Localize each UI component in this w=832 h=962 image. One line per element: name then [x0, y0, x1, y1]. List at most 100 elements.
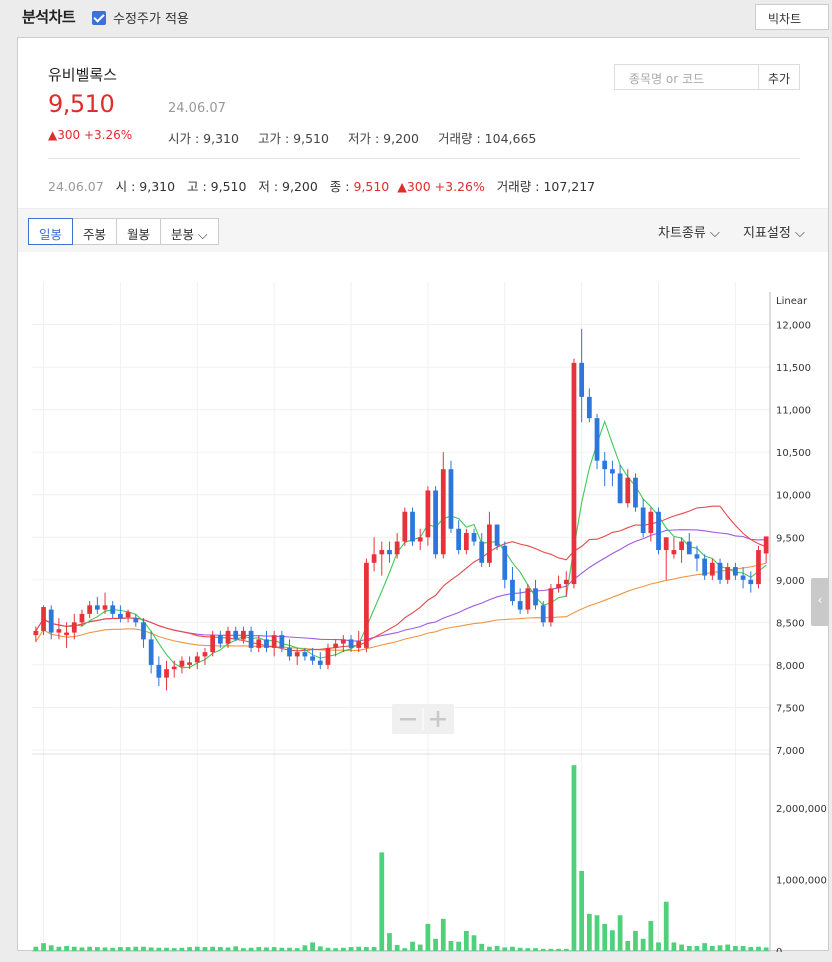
- volume-bar: [525, 948, 531, 951]
- candle-up: [87, 605, 93, 614]
- candle-down: [733, 567, 738, 576]
- candle-up: [333, 643, 339, 648]
- candle-down: [456, 528, 462, 551]
- candle-up: [487, 524, 492, 563]
- candle-down: [410, 511, 415, 542]
- low-price: 저가 : 9,200: [348, 131, 419, 146]
- candle-up: [379, 550, 385, 555]
- candle-up: [709, 562, 715, 576]
- candle-up: [294, 652, 300, 657]
- adjusted-price-toggle[interactable]: 수정주가 적용: [92, 8, 189, 27]
- candle-up: [394, 541, 400, 555]
- tab-monthly[interactable]: 월봉: [116, 218, 162, 245]
- price-chart[interactable]: 7,000 7,500 8,000 8,500 9,000 9,500 10,000 10,5…: [18, 252, 828, 952]
- volume-bar: [548, 948, 554, 951]
- period-tabs: 일봉 주봉 월봉 분봉 ⌵: [28, 218, 219, 245]
- volume-bar: [617, 915, 623, 951]
- detail-volume-label: 거래량 :: [496, 179, 544, 194]
- candle-up: [187, 662, 192, 665]
- indicator-settings-menu[interactable]: 지표설정 ⌵: [743, 222, 805, 241]
- volume-bar: [102, 947, 108, 951]
- candle-down: [118, 613, 123, 619]
- detail-low-label: 저 :: [258, 179, 283, 194]
- chevron-left-icon: ‹: [817, 593, 823, 607]
- candle-down: [433, 490, 438, 555]
- candle-down: [510, 579, 515, 602]
- candle-down: [748, 579, 754, 585]
- chart-toolbar: 일봉 주봉 월봉 분봉 ⌵ 차트종류 ⌵ 지표설정 ⌵: [18, 208, 828, 252]
- candle-down: [317, 660, 323, 665]
- candle-up: [164, 669, 169, 678]
- candle-up: [210, 635, 216, 653]
- volume-bar: [94, 947, 100, 951]
- tab-daily[interactable]: 일봉: [28, 218, 74, 245]
- volume-bar: [502, 947, 508, 951]
- detail-high: 9,510: [210, 179, 247, 194]
- volume-bar: [448, 940, 454, 951]
- volume-bar: [210, 946, 216, 951]
- volume-bar: [533, 948, 538, 951]
- open-price: 시가 : 9,310: [168, 131, 239, 146]
- change-percent: +3.26%: [83, 128, 133, 142]
- candle-up: [425, 490, 431, 538]
- high-price: 고가 : 9,510: [258, 131, 329, 146]
- volume-bar: [663, 901, 669, 951]
- volume-total: 거래량 : 104,665: [438, 131, 537, 146]
- candle-up: [33, 630, 39, 636]
- tab-minute[interactable]: 분봉 ⌵: [160, 218, 219, 245]
- candle-up: [525, 588, 531, 610]
- add-stock-button[interactable]: 추가: [759, 64, 800, 90]
- volume-bar: [571, 765, 577, 951]
- candle-up: [271, 635, 277, 648]
- volume-bar: [686, 945, 692, 951]
- candle-up: [571, 362, 577, 585]
- candle-down: [494, 524, 500, 546]
- volume-bar: [187, 947, 192, 951]
- volume-bar: [348, 947, 354, 951]
- detail-up-triangle-icon: ▲: [397, 179, 407, 194]
- volume-bar: [694, 945, 700, 951]
- candle-down: [579, 362, 585, 397]
- candle-down: [533, 588, 538, 606]
- candle-up: [102, 605, 108, 610]
- volume-bar: [510, 946, 515, 951]
- price-change: ▲300 +3.26%: [48, 128, 132, 142]
- candle-up: [64, 632, 69, 636]
- volume-bar: [279, 947, 285, 951]
- big-chart-button[interactable]: 빅차트: [755, 4, 829, 30]
- side-panel-toggle[interactable]: ‹: [811, 578, 829, 626]
- candle-down: [633, 477, 638, 508]
- tab-weekly[interactable]: 주봉: [72, 218, 118, 245]
- candle-down: [448, 469, 454, 529]
- chart-type-menu[interactable]: 차트종류 ⌵: [658, 222, 720, 241]
- zoom-out-icon[interactable]: [400, 718, 416, 721]
- candle-up: [125, 612, 131, 618]
- volume-bar: [679, 944, 684, 951]
- candle-up: [440, 469, 446, 555]
- volume-bar: [456, 941, 462, 951]
- stock-name: 유비벨록스: [48, 66, 118, 84]
- checkbox-checked-icon[interactable]: [92, 10, 106, 25]
- candle-up: [648, 511, 654, 534]
- volume-bar: [202, 947, 208, 951]
- candle-up: [763, 536, 769, 554]
- volume-bar: [340, 947, 346, 951]
- volume-bar: [125, 947, 131, 951]
- candle-down: [264, 639, 269, 648]
- volume-bar: [471, 935, 477, 951]
- candle-down: [302, 652, 308, 657]
- candle-down: [586, 396, 592, 419]
- price-tick-label: 9,500: [776, 533, 805, 544]
- candle-up: [256, 639, 262, 648]
- chart-panel: 유비벨록스 9,510 24.06.07 ▲300 +3.26% 시가 : 9,…: [17, 37, 829, 952]
- candle-up: [563, 579, 569, 585]
- volume-bar: [648, 920, 654, 951]
- candle-up: [371, 554, 377, 563]
- volume-bar: [310, 942, 315, 951]
- detail-low: 9,200: [282, 179, 318, 194]
- volume-bar: [317, 946, 323, 951]
- volume-bar: [79, 947, 85, 951]
- detail-change: 300: [406, 179, 431, 194]
- stock-search-input[interactable]: 종목명 or 코드: [614, 64, 759, 90]
- volume-bar: [602, 923, 608, 951]
